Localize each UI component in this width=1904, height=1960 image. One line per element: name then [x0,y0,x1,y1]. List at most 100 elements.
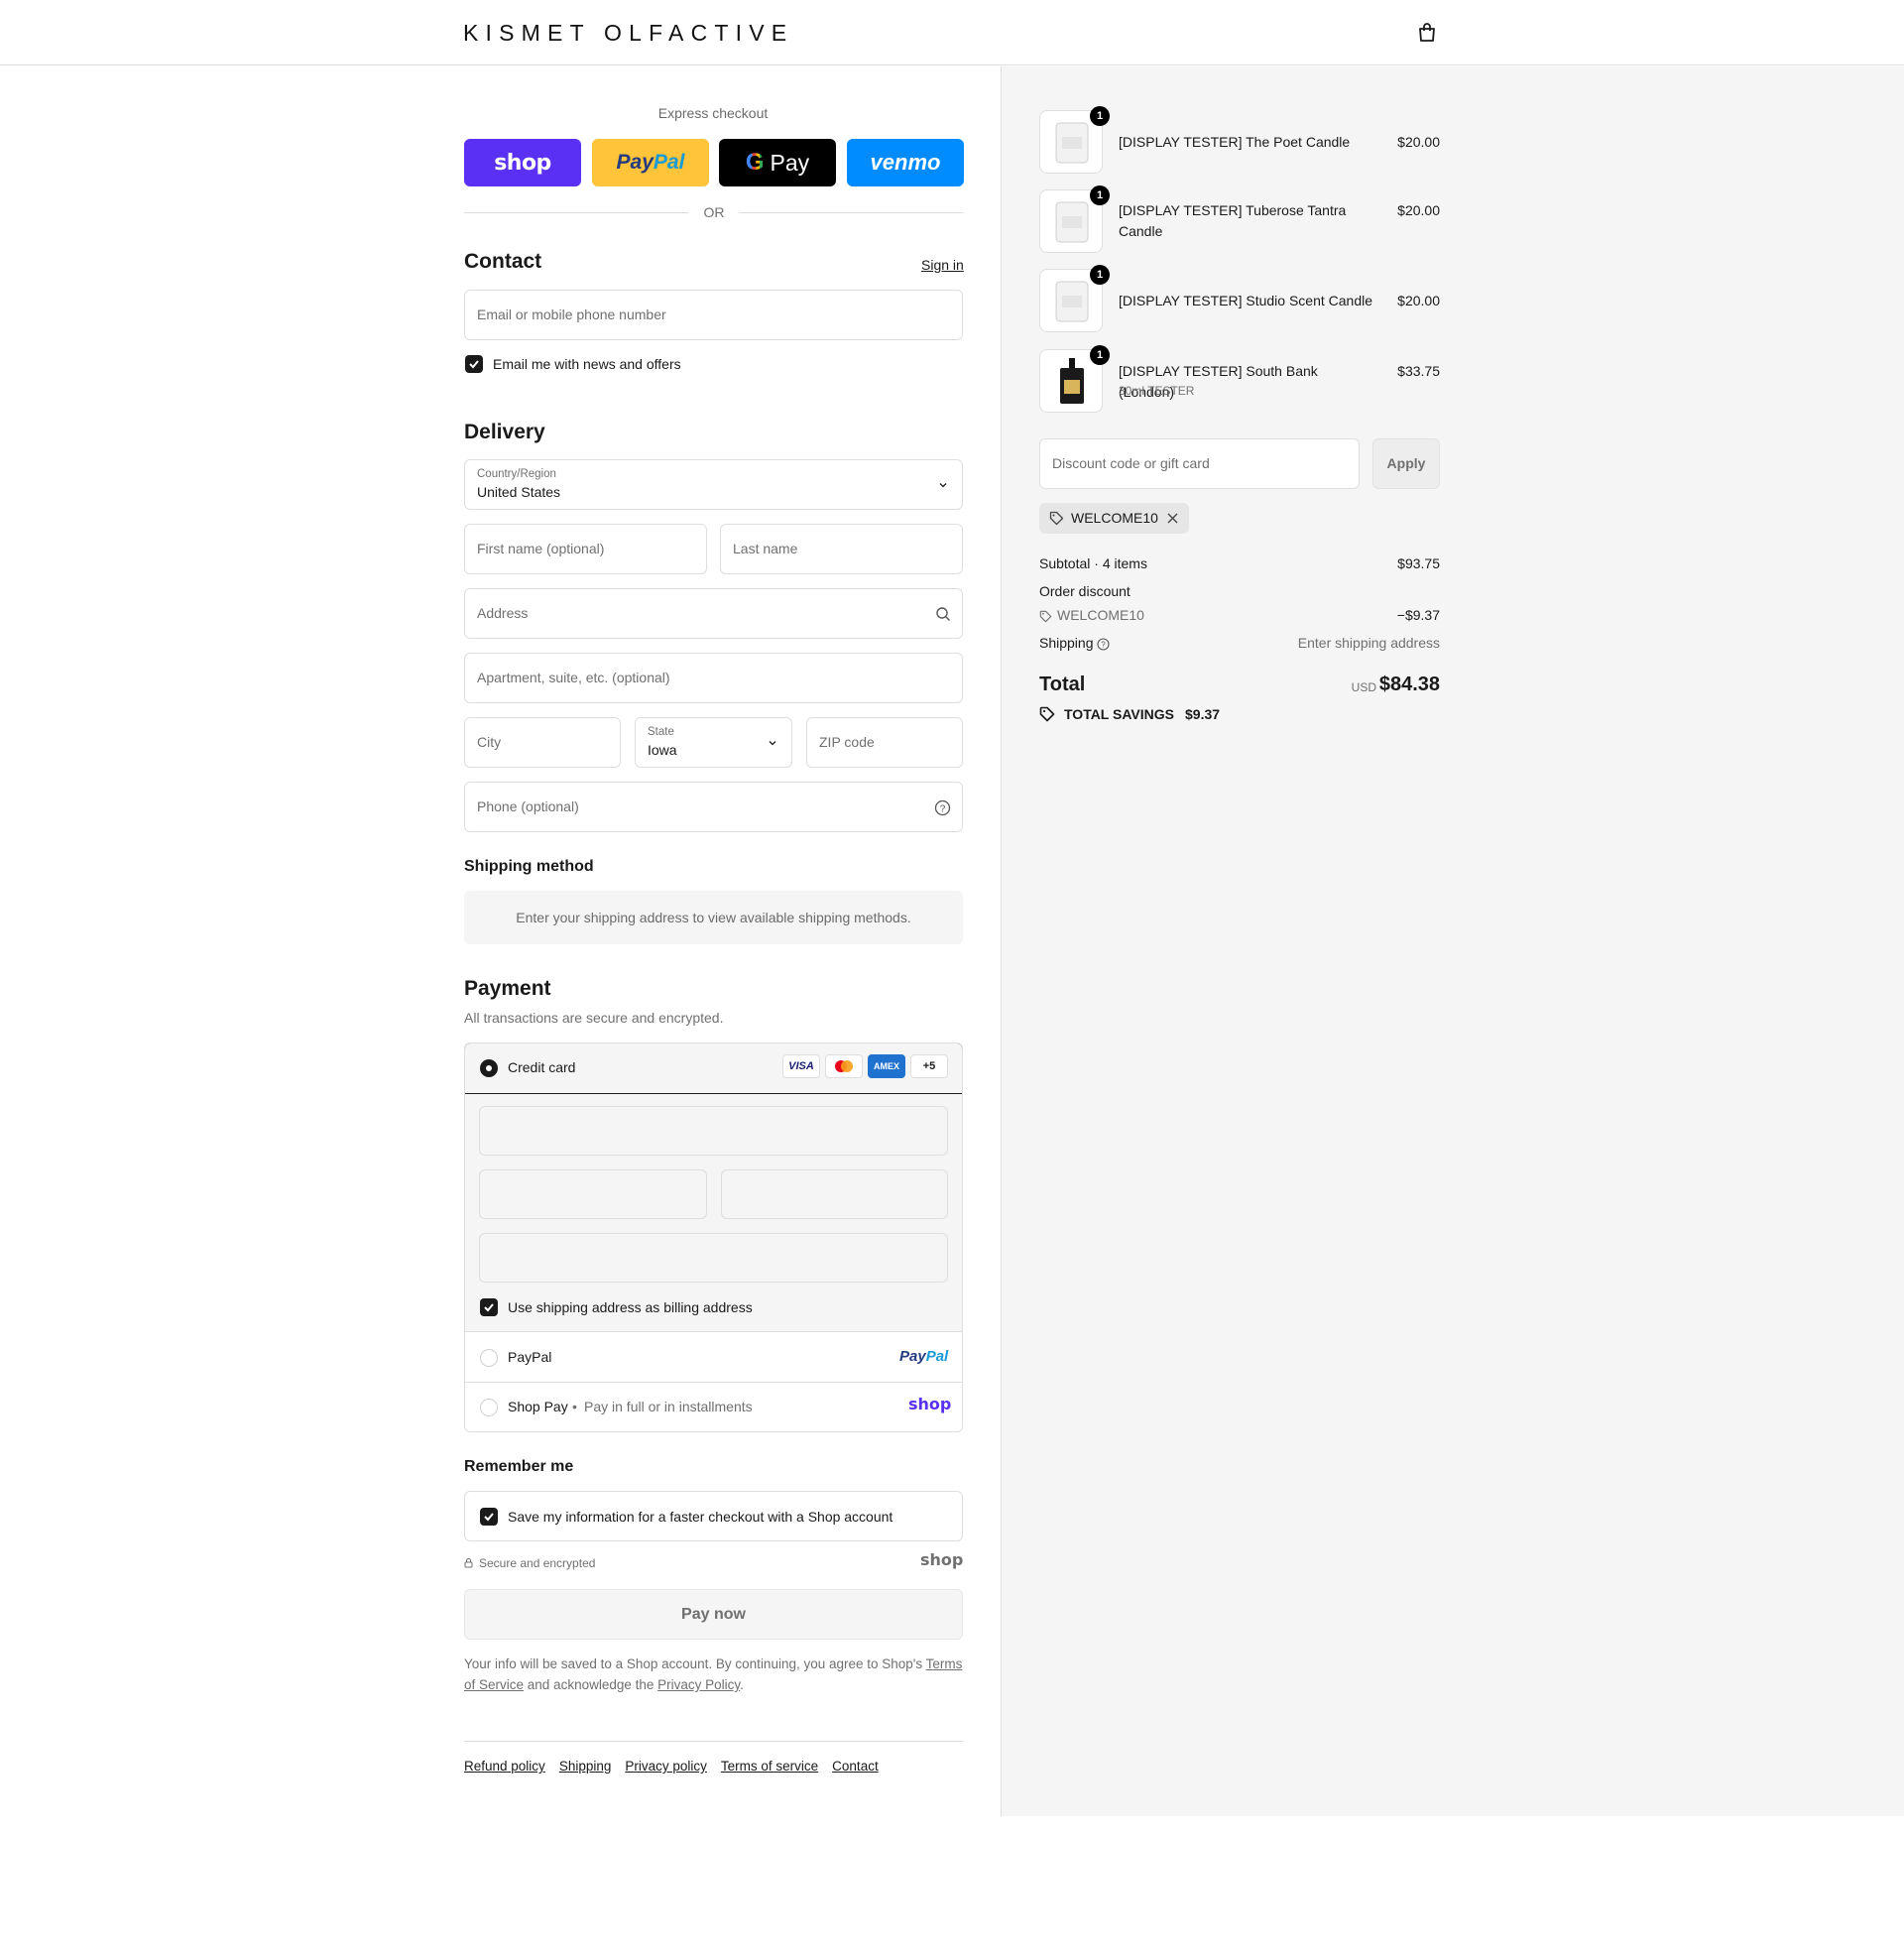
chevron-down-icon [769,741,776,746]
first-name-placeholder: First name (optional) [477,541,605,556]
first-name-field[interactable]: First name (optional) [464,524,707,574]
brand-logo[interactable]: KISMET OLFACTIVE [463,20,793,47]
svg-text:?: ? [940,803,946,814]
help-icon[interactable]: ? [934,799,951,816]
country-label: Country/Region [477,468,556,480]
save-info-box[interactable]: Save my information for a faster checkou… [464,1491,963,1541]
shop-pay-note: Pay in full or in installments [584,1399,753,1414]
paypal-button[interactable]: Pay Pal [592,139,709,186]
last-name-placeholder: Last name [733,541,798,556]
billing-same-checkbox[interactable] [480,1298,498,1316]
more-cards-badge: +5 [910,1054,948,1078]
security-code-field[interactable] [721,1169,948,1219]
sign-in-link[interactable]: Sign in [921,257,964,273]
payment-heading: Payment [464,977,551,1000]
credit-card-radio[interactable] [480,1059,498,1077]
shipping-method-info: Enter your shipping address to view avai… [464,891,963,944]
phone-field[interactable]: Phone (optional) ? [464,782,963,832]
quantity-badge: 1 [1090,185,1110,205]
shopping-bag-icon[interactable] [1416,22,1438,44]
item-name: [DISPLAY TESTER] Studio Scent Candle [1119,293,1373,308]
delivery-heading: Delivery [464,421,545,443]
item-name: [DISPLAY TESTER] The Poet Candle [1119,134,1351,150]
news-checkbox[interactable] [465,355,483,373]
chevron-down-icon [939,483,947,488]
payment-subtitle: All transactions are secure and encrypte… [464,1010,724,1026]
shop-pay-option[interactable]: Shop Pay • Pay in full or in installment… [465,1383,962,1431]
express-checkout-title: Express checkout [657,105,769,121]
shipping-method-heading: Shipping method [464,858,594,875]
total-savings-label: TOTAL SAVINGS [1064,706,1174,722]
payment-options: Credit card VISA AMEX +5 Use shipping ad… [464,1042,963,1432]
zip-placeholder: ZIP code [819,734,875,750]
disclaimer-text: . [740,1677,744,1692]
expiry-field[interactable] [479,1169,707,1219]
privacy-policy-footer-link[interactable]: Privacy policy [625,1759,707,1774]
apartment-field[interactable]: Apartment, suite, etc. (optional) [464,653,963,703]
quantity-badge: 1 [1090,345,1110,365]
total-value: $84.38 [1378,674,1440,695]
item-price: $20.00 [1397,134,1440,150]
state-value: Iowa [648,742,677,758]
disclaimer-text: and acknowledge the [524,1677,658,1692]
city-placeholder: City [477,734,502,750]
close-icon[interactable] [1167,513,1178,524]
paypal-radio[interactable] [480,1349,498,1367]
tag-icon [1049,511,1064,526]
city-field[interactable]: City [464,717,621,768]
refund-policy-link[interactable]: Refund policy [464,1759,545,1774]
credit-card-label: Credit card [508,1059,576,1075]
shop-logo: shop [920,1550,964,1569]
shop-pay-dot: • [572,1399,577,1414]
google-pay-button[interactable]: G Pay [719,139,836,186]
save-info-checkbox[interactable] [480,1508,498,1526]
shop-pay-button[interactable]: shop [464,139,581,186]
item-price: $33.75 [1397,363,1440,379]
shipping-value: Enter shipping address [1297,635,1440,651]
privacy-policy-link[interactable]: Privacy Policy [657,1677,740,1692]
shipping-policy-link[interactable]: Shipping [559,1759,612,1774]
subtotal-label: Subtotal · 4 items [1039,555,1147,571]
quantity-badge: 1 [1090,106,1110,126]
pay-now-button[interactable]: Pay now [464,1589,963,1640]
order-summary-panel [1001,66,1904,1816]
total-savings-value: $9.37 [1185,706,1221,722]
visa-icon: VISA [782,1054,820,1078]
shop-disclaimer: Your info will be saved to a Shop accoun… [464,1654,963,1695]
quantity-badge: 1 [1090,265,1110,285]
discount-tag: WELCOME10 [1039,503,1189,534]
contact-link[interactable]: Contact [832,1759,879,1774]
shipping-label: Shipping [1039,635,1094,651]
contact-heading: Contact [464,250,542,273]
help-icon[interactable]: ? [1097,638,1110,651]
order-discount-value: −$9.37 [1396,607,1440,623]
shop-pay-radio[interactable] [480,1399,498,1416]
total-label: Total [1039,674,1086,695]
news-label: Email me with news and offers [493,356,681,372]
savings-tag-icon [1039,706,1055,722]
svg-text:?: ? [1101,641,1106,650]
name-on-card-field[interactable] [479,1233,948,1283]
state-label: State [648,726,674,738]
email-field[interactable]: Email or mobile phone number [464,290,963,340]
country-select[interactable]: Country/Region United States [464,459,963,510]
address-field[interactable]: Address [464,588,963,639]
billing-same-label: Use shipping address as billing address [508,1299,753,1315]
last-name-field[interactable]: Last name [720,524,963,574]
tag-icon [1039,610,1052,623]
paypal-label: PayPal [508,1349,552,1365]
state-select[interactable]: State Iowa [635,717,792,768]
apply-button[interactable]: Apply [1372,438,1440,489]
remember-me-heading: Remember me [464,1458,574,1475]
order-discount-code: WELCOME10 [1057,607,1144,623]
zip-field[interactable]: ZIP code [806,717,963,768]
credit-card-option[interactable]: Credit card VISA AMEX +5 [465,1043,962,1094]
paypal-option[interactable]: PayPal PayPal [465,1333,962,1383]
header: KISMET OLFACTIVE [0,0,1904,65]
credit-card-form: Use shipping address as billing address [465,1094,962,1332]
card-number-field[interactable] [479,1106,948,1156]
country-value: United States [477,484,561,500]
discount-code-field[interactable]: Discount code or gift card [1039,438,1360,489]
terms-of-service-footer-link[interactable]: Terms of service [721,1759,818,1774]
venmo-button[interactable]: venmo [847,139,964,186]
